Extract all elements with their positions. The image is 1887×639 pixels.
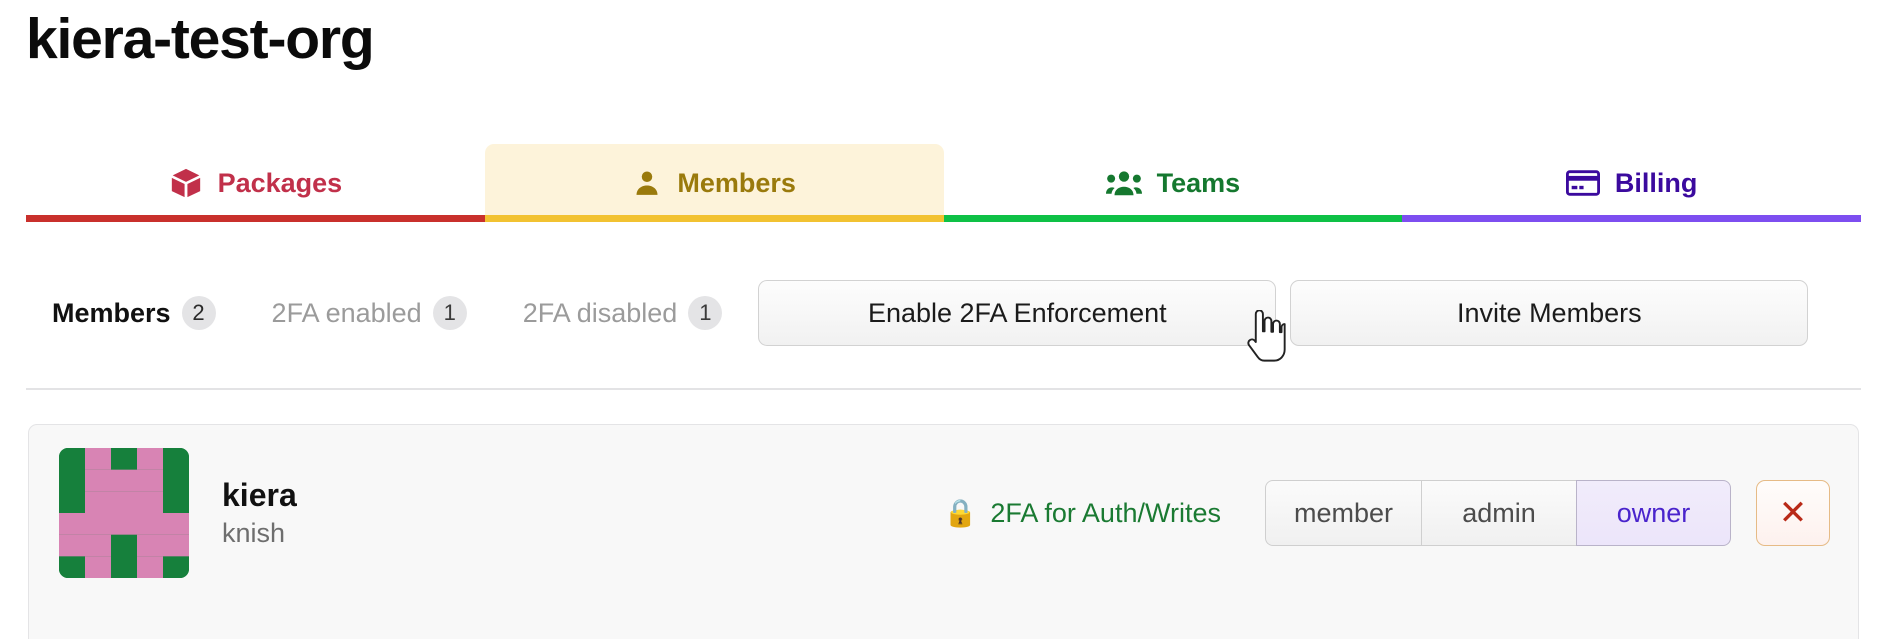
filter-members[interactable]: Members 2 bbox=[52, 296, 216, 330]
org-nav-tabs: Packages Members Teams Billing bbox=[26, 144, 1861, 229]
member-filters: Members 2 2FA enabled 1 2FA disabled 1 bbox=[26, 296, 722, 330]
remove-member-button[interactable]: ✕ bbox=[1756, 480, 1830, 546]
page-title: kiera-test-org bbox=[26, 4, 373, 75]
tab-underline bbox=[485, 215, 944, 222]
org-members-page: kiera-test-org Packages Members Teams Billi… bbox=[0, 0, 1887, 639]
avatar bbox=[59, 448, 189, 578]
filter-label: 2FA enabled bbox=[272, 298, 422, 329]
tab-label: Packages bbox=[218, 168, 343, 199]
member-name: kiera bbox=[222, 475, 297, 515]
twofa-status-label: 2FA for Auth/Writes bbox=[990, 498, 1221, 529]
person-icon bbox=[632, 167, 662, 199]
filter-2fa-enabled[interactable]: 2FA enabled 1 bbox=[272, 296, 467, 330]
lock-icon: 🔒 bbox=[944, 497, 978, 529]
filter-2fa-disabled[interactable]: 2FA disabled 1 bbox=[523, 296, 723, 330]
tab-label: Teams bbox=[1157, 168, 1241, 199]
role-selector: memberadminowner bbox=[1265, 480, 1731, 546]
people-icon bbox=[1106, 168, 1142, 198]
tab-underline bbox=[1402, 215, 1861, 222]
filter-count-badge: 2 bbox=[182, 296, 216, 330]
tab-label: Members bbox=[677, 168, 796, 199]
role-option-member[interactable]: member bbox=[1265, 480, 1421, 546]
filter-label: 2FA disabled bbox=[523, 298, 678, 329]
tab-underline bbox=[944, 215, 1403, 222]
tab-teams[interactable]: Teams bbox=[944, 144, 1403, 222]
tab-label: Billing bbox=[1615, 168, 1698, 199]
filter-label: Members bbox=[52, 298, 171, 329]
tab-underline bbox=[26, 215, 485, 222]
toolbar-divider bbox=[26, 388, 1861, 390]
toolbar-actions: Enable 2FA Enforcement Invite Members bbox=[758, 280, 1808, 346]
member-row: kieraknish 🔒 2FA for Auth/Writes memberadmi… bbox=[29, 425, 1858, 601]
package-icon bbox=[169, 166, 203, 200]
filter-count-badge: 1 bbox=[433, 296, 467, 330]
member-identity: kieraknish bbox=[222, 475, 297, 551]
tab-billing[interactable]: Billing bbox=[1402, 144, 1861, 222]
members-list: kieraknish 🔒 2FA for Auth/Writes memberadmi… bbox=[28, 424, 1859, 639]
tab-packages[interactable]: Packages bbox=[26, 144, 485, 222]
filter-count-badge: 1 bbox=[688, 296, 722, 330]
role-option-admin[interactable]: admin bbox=[1421, 480, 1576, 546]
members-toolbar: Members 2 2FA enabled 1 2FA disabled 1 Enable… bbox=[26, 272, 1861, 354]
role-option-owner[interactable]: owner bbox=[1576, 480, 1731, 546]
member-handle: knish bbox=[222, 515, 297, 551]
twofa-status: 🔒 2FA for Auth/Writes bbox=[944, 497, 1221, 529]
invite-members-button[interactable]: Invite Members bbox=[1290, 280, 1808, 346]
credit-card-icon bbox=[1566, 169, 1600, 197]
tab-members[interactable]: Members bbox=[485, 144, 944, 222]
enable-2fa-enforcement-button[interactable]: Enable 2FA Enforcement bbox=[758, 280, 1276, 346]
